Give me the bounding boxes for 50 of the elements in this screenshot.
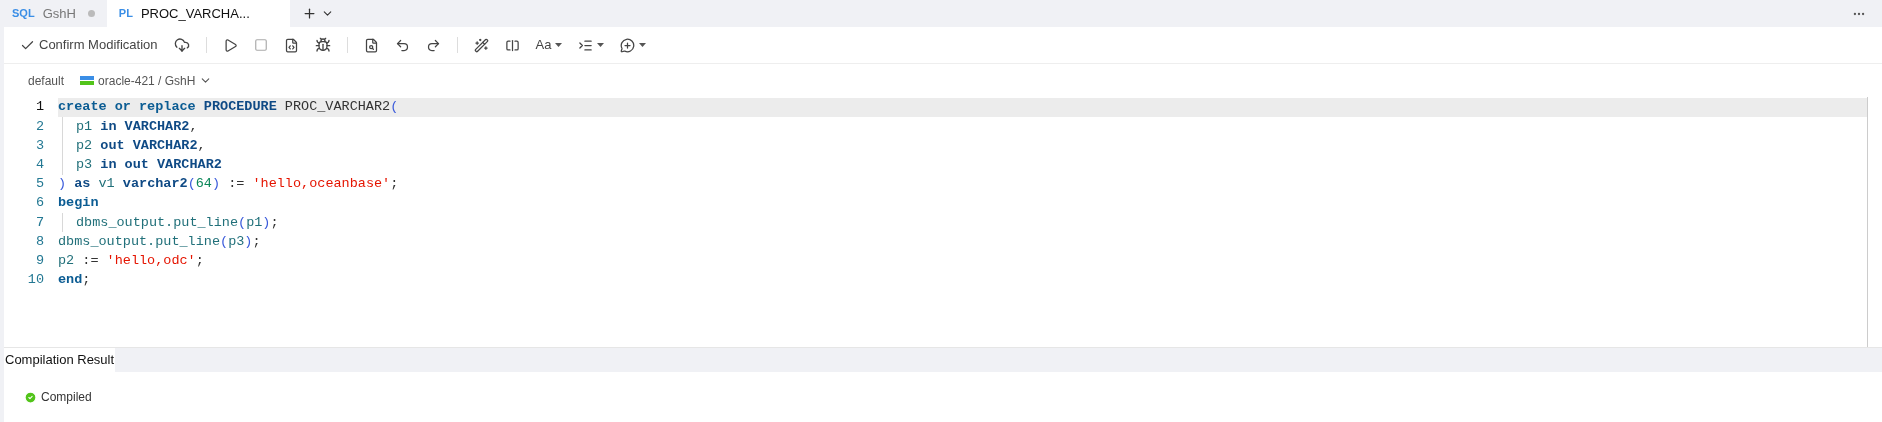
comment-plus-icon xyxy=(620,37,636,53)
code-line: p2 out VARCHAR2, xyxy=(76,136,206,155)
line-number: 2 xyxy=(34,117,44,136)
code-line: p3 in out VARCHAR2 xyxy=(76,156,222,175)
success-icon xyxy=(24,390,37,404)
status-text: Compiled xyxy=(41,389,92,406)
undo-icon xyxy=(394,37,410,53)
line-number: 10 xyxy=(26,271,44,290)
schema-label: default xyxy=(28,72,65,90)
tab-title: PROC_VARCHA... xyxy=(140,4,250,23)
datasource-selector[interactable]: oracle-421 / GshH xyxy=(80,71,213,90)
result-tab[interactable]: Compilation Result xyxy=(4,348,116,372)
indent-icon xyxy=(578,37,594,53)
plus-icon xyxy=(301,6,317,21)
code-line: end; xyxy=(58,271,91,290)
code-file-icon xyxy=(283,37,299,53)
tab-title: GshH xyxy=(42,4,76,23)
code-line: p2 := 'hello,odc'; xyxy=(58,251,204,270)
file-type-label: PL xyxy=(118,6,133,22)
redo-icon xyxy=(425,37,441,53)
line-number: 6 xyxy=(34,194,44,213)
caret-icon xyxy=(555,43,563,47)
caret-icon xyxy=(639,43,647,47)
play-icon xyxy=(222,37,238,53)
line-number: 5 xyxy=(34,175,44,194)
editor-tab[interactable]: SQL GshH xyxy=(0,0,107,27)
line-number: 7 xyxy=(34,213,44,232)
caret-icon xyxy=(597,43,605,47)
code-line: dbms_output.put_line(p1); xyxy=(76,213,279,232)
line-number: 1 xyxy=(34,98,44,117)
code-line: dbms_output.put_line(p3); xyxy=(58,232,261,251)
confirm-modification-button[interactable]: Confirm Modification xyxy=(12,31,166,59)
bug-icon xyxy=(314,37,331,53)
file-search-icon xyxy=(363,37,379,53)
magic-wand-icon xyxy=(473,37,489,53)
code-line: create or replace PROCEDURE PROC_VARCHAR2( xyxy=(58,98,399,117)
line-number: 4 xyxy=(34,156,44,175)
line-number: 9 xyxy=(34,251,44,270)
file-type-label: SQL xyxy=(12,6,35,22)
line-number: 8 xyxy=(34,232,44,251)
split-square-icon xyxy=(504,37,520,53)
font-size-button[interactable]: Aa xyxy=(527,31,571,59)
cloud-download-icon xyxy=(173,37,190,53)
code-line: begin xyxy=(58,194,99,213)
code-line: p1 in VARCHAR2, xyxy=(76,117,198,136)
code-line: ) as v1 varchar2(64) := 'hello,oceanbase'; xyxy=(58,175,399,194)
line-number: 3 xyxy=(34,136,44,155)
square-icon xyxy=(253,38,268,52)
database-icon xyxy=(80,75,95,86)
editor-tab[interactable]: PL PROC_VARCHA... xyxy=(106,0,290,27)
